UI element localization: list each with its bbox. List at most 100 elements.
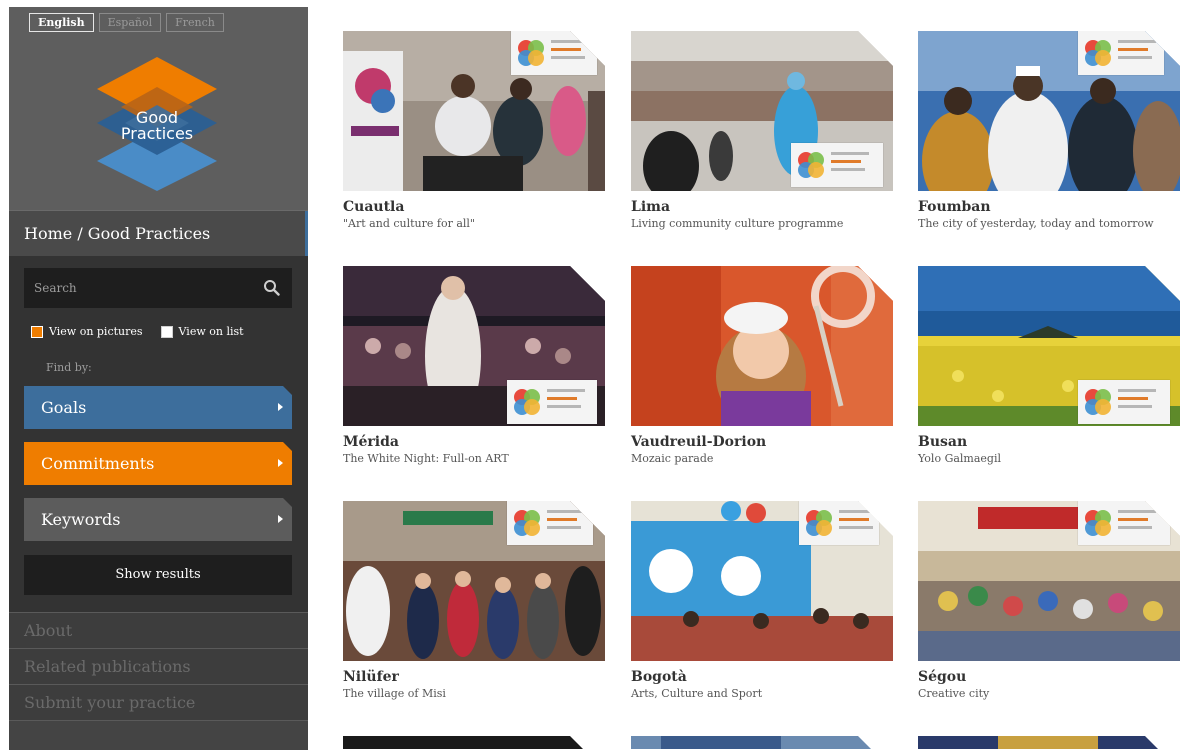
- practice-card[interactable]: Bogotà Arts, Culture and Sport: [631, 501, 893, 736]
- practice-card[interactable]: [631, 736, 893, 749]
- practice-card[interactable]: Vaudreuil-Dorion Mozaic parade: [631, 266, 893, 501]
- practice-photo[interactable]: [631, 31, 893, 191]
- photo-image: [918, 736, 1180, 749]
- award-badge: [799, 501, 879, 545]
- language-switcher: English Español French: [29, 13, 224, 32]
- link-related-publications[interactable]: Related publications: [9, 648, 308, 684]
- award-badge: [1078, 501, 1170, 545]
- practice-subtitle: Yolo Galmaegil: [918, 452, 1002, 465]
- practice-photo[interactable]: [343, 736, 605, 749]
- practice-city[interactable]: Vaudreuil-Dorion: [631, 434, 766, 450]
- practice-card[interactable]: [343, 736, 605, 749]
- practice-photo[interactable]: [631, 501, 893, 661]
- practice-photo[interactable]: [631, 736, 893, 749]
- keywords-filter-button[interactable]: Keywords: [24, 498, 292, 541]
- chevron-right-icon: [278, 515, 283, 523]
- award-badge: [511, 31, 597, 75]
- practice-subtitle: "Art and culture for all": [343, 217, 475, 230]
- corner-cut: [283, 386, 292, 395]
- sidebar-header: English Español French Good Practices: [9, 7, 308, 210]
- practice-photo[interactable]: [918, 501, 1180, 661]
- keywords-label: Keywords: [41, 510, 121, 529]
- award-logo-icon: [1085, 389, 1111, 415]
- award-badge: [1078, 380, 1170, 424]
- award-logo-icon: [514, 389, 540, 415]
- lang-english[interactable]: English: [29, 13, 94, 32]
- logo-text-line2: Practices: [120, 124, 194, 143]
- breadcrumb[interactable]: Home / Good Practices: [9, 210, 308, 256]
- goals-label: Goals: [41, 398, 87, 417]
- practice-card[interactable]: Nilüfer The village of Misi: [343, 501, 605, 736]
- practice-city[interactable]: Ségou: [918, 669, 966, 685]
- award-badge: [507, 501, 593, 545]
- filter-panel: Search View on pictures View on list Fin…: [9, 256, 308, 612]
- award-logo-icon: [518, 40, 544, 66]
- view-pictures-option[interactable]: View on pictures: [31, 325, 143, 338]
- award-logo-icon: [798, 152, 824, 178]
- award-badge: [791, 143, 883, 187]
- practice-photo[interactable]: [343, 31, 605, 191]
- award-logo-icon: [806, 510, 832, 536]
- practice-card[interactable]: Busan Yolo Galmaegil: [918, 266, 1180, 501]
- practice-photo[interactable]: [918, 736, 1180, 749]
- sidebar-footer: [9, 720, 308, 750]
- practice-photo[interactable]: [631, 266, 893, 426]
- practice-city[interactable]: Lima: [631, 199, 670, 215]
- view-options: View on pictures View on list: [31, 325, 244, 338]
- practice-photo[interactable]: [918, 31, 1180, 191]
- lang-french[interactable]: French: [166, 13, 224, 32]
- breadcrumb-text: Home / Good Practices: [24, 224, 211, 243]
- practice-subtitle: The White Night: Full-on ART: [343, 452, 509, 465]
- show-results-button[interactable]: Show results: [24, 555, 292, 595]
- search-placeholder: Search: [34, 281, 77, 295]
- breadcrumb-accent: [305, 211, 308, 256]
- practice-subtitle: The village of Misi: [343, 687, 446, 700]
- goals-filter-button[interactable]: Goals: [24, 386, 292, 429]
- corner-cut: [283, 442, 292, 451]
- view-list-checkbox[interactable]: [160, 325, 173, 338]
- practice-city[interactable]: Bogotà: [631, 669, 687, 685]
- practice-subtitle: The city of yesterday, today and tomorro…: [918, 217, 1154, 230]
- chevron-right-icon: [278, 459, 283, 467]
- practice-city[interactable]: Busan: [918, 434, 967, 450]
- practice-card[interactable]: Ségou Creative city: [918, 501, 1180, 736]
- practice-subtitle: Creative city: [918, 687, 990, 700]
- award-logo-icon: [1085, 510, 1111, 536]
- corner-cut: [283, 498, 292, 507]
- practice-card[interactable]: [918, 736, 1180, 749]
- view-pictures-label: View on pictures: [49, 325, 143, 338]
- lang-spanish[interactable]: Español: [98, 13, 162, 32]
- award-logo-icon: [1085, 40, 1111, 66]
- chevron-right-icon: [278, 403, 283, 411]
- sidebar: English Español French Good Practices Ho…: [9, 7, 308, 750]
- link-submit-practice[interactable]: Submit your practice: [9, 684, 308, 720]
- practice-city[interactable]: Mérida: [343, 434, 399, 450]
- link-about[interactable]: About: [9, 612, 308, 648]
- search-input[interactable]: Search: [24, 268, 292, 308]
- award-badge: [507, 380, 597, 424]
- photo-image: [631, 736, 893, 749]
- practice-city[interactable]: Nilüfer: [343, 669, 399, 685]
- practice-city[interactable]: Cuautla: [343, 199, 404, 215]
- practice-card[interactable]: Foumban The city of yesterday, today and…: [918, 31, 1180, 266]
- practice-card[interactable]: Cuautla "Art and culture for all": [343, 31, 605, 266]
- view-list-label: View on list: [178, 325, 244, 338]
- view-list-option[interactable]: View on list: [160, 325, 244, 338]
- photo-image: [343, 736, 605, 749]
- award-badge: [1078, 31, 1164, 75]
- practice-photo[interactable]: [918, 266, 1180, 426]
- practice-subtitle: Arts, Culture and Sport: [631, 687, 763, 700]
- practice-photo[interactable]: [343, 501, 605, 661]
- commitments-filter-button[interactable]: Commitments: [24, 442, 292, 485]
- good-practices-logo[interactable]: Good Practices: [93, 57, 221, 191]
- practice-card[interactable]: Mérida The White Night: Full-on ART: [343, 266, 605, 501]
- practice-card[interactable]: Lima Living community culture programme: [631, 31, 893, 266]
- photo-image: [631, 266, 893, 426]
- award-logo-icon: [514, 510, 540, 536]
- view-pictures-checkbox[interactable]: [31, 325, 43, 338]
- practice-city[interactable]: Foumban: [918, 199, 991, 215]
- find-by-label: Find by:: [46, 361, 92, 374]
- search-icon[interactable]: [263, 279, 280, 296]
- sidebar-links: About Related publications Submit your p…: [9, 612, 308, 720]
- practice-photo[interactable]: [343, 266, 605, 426]
